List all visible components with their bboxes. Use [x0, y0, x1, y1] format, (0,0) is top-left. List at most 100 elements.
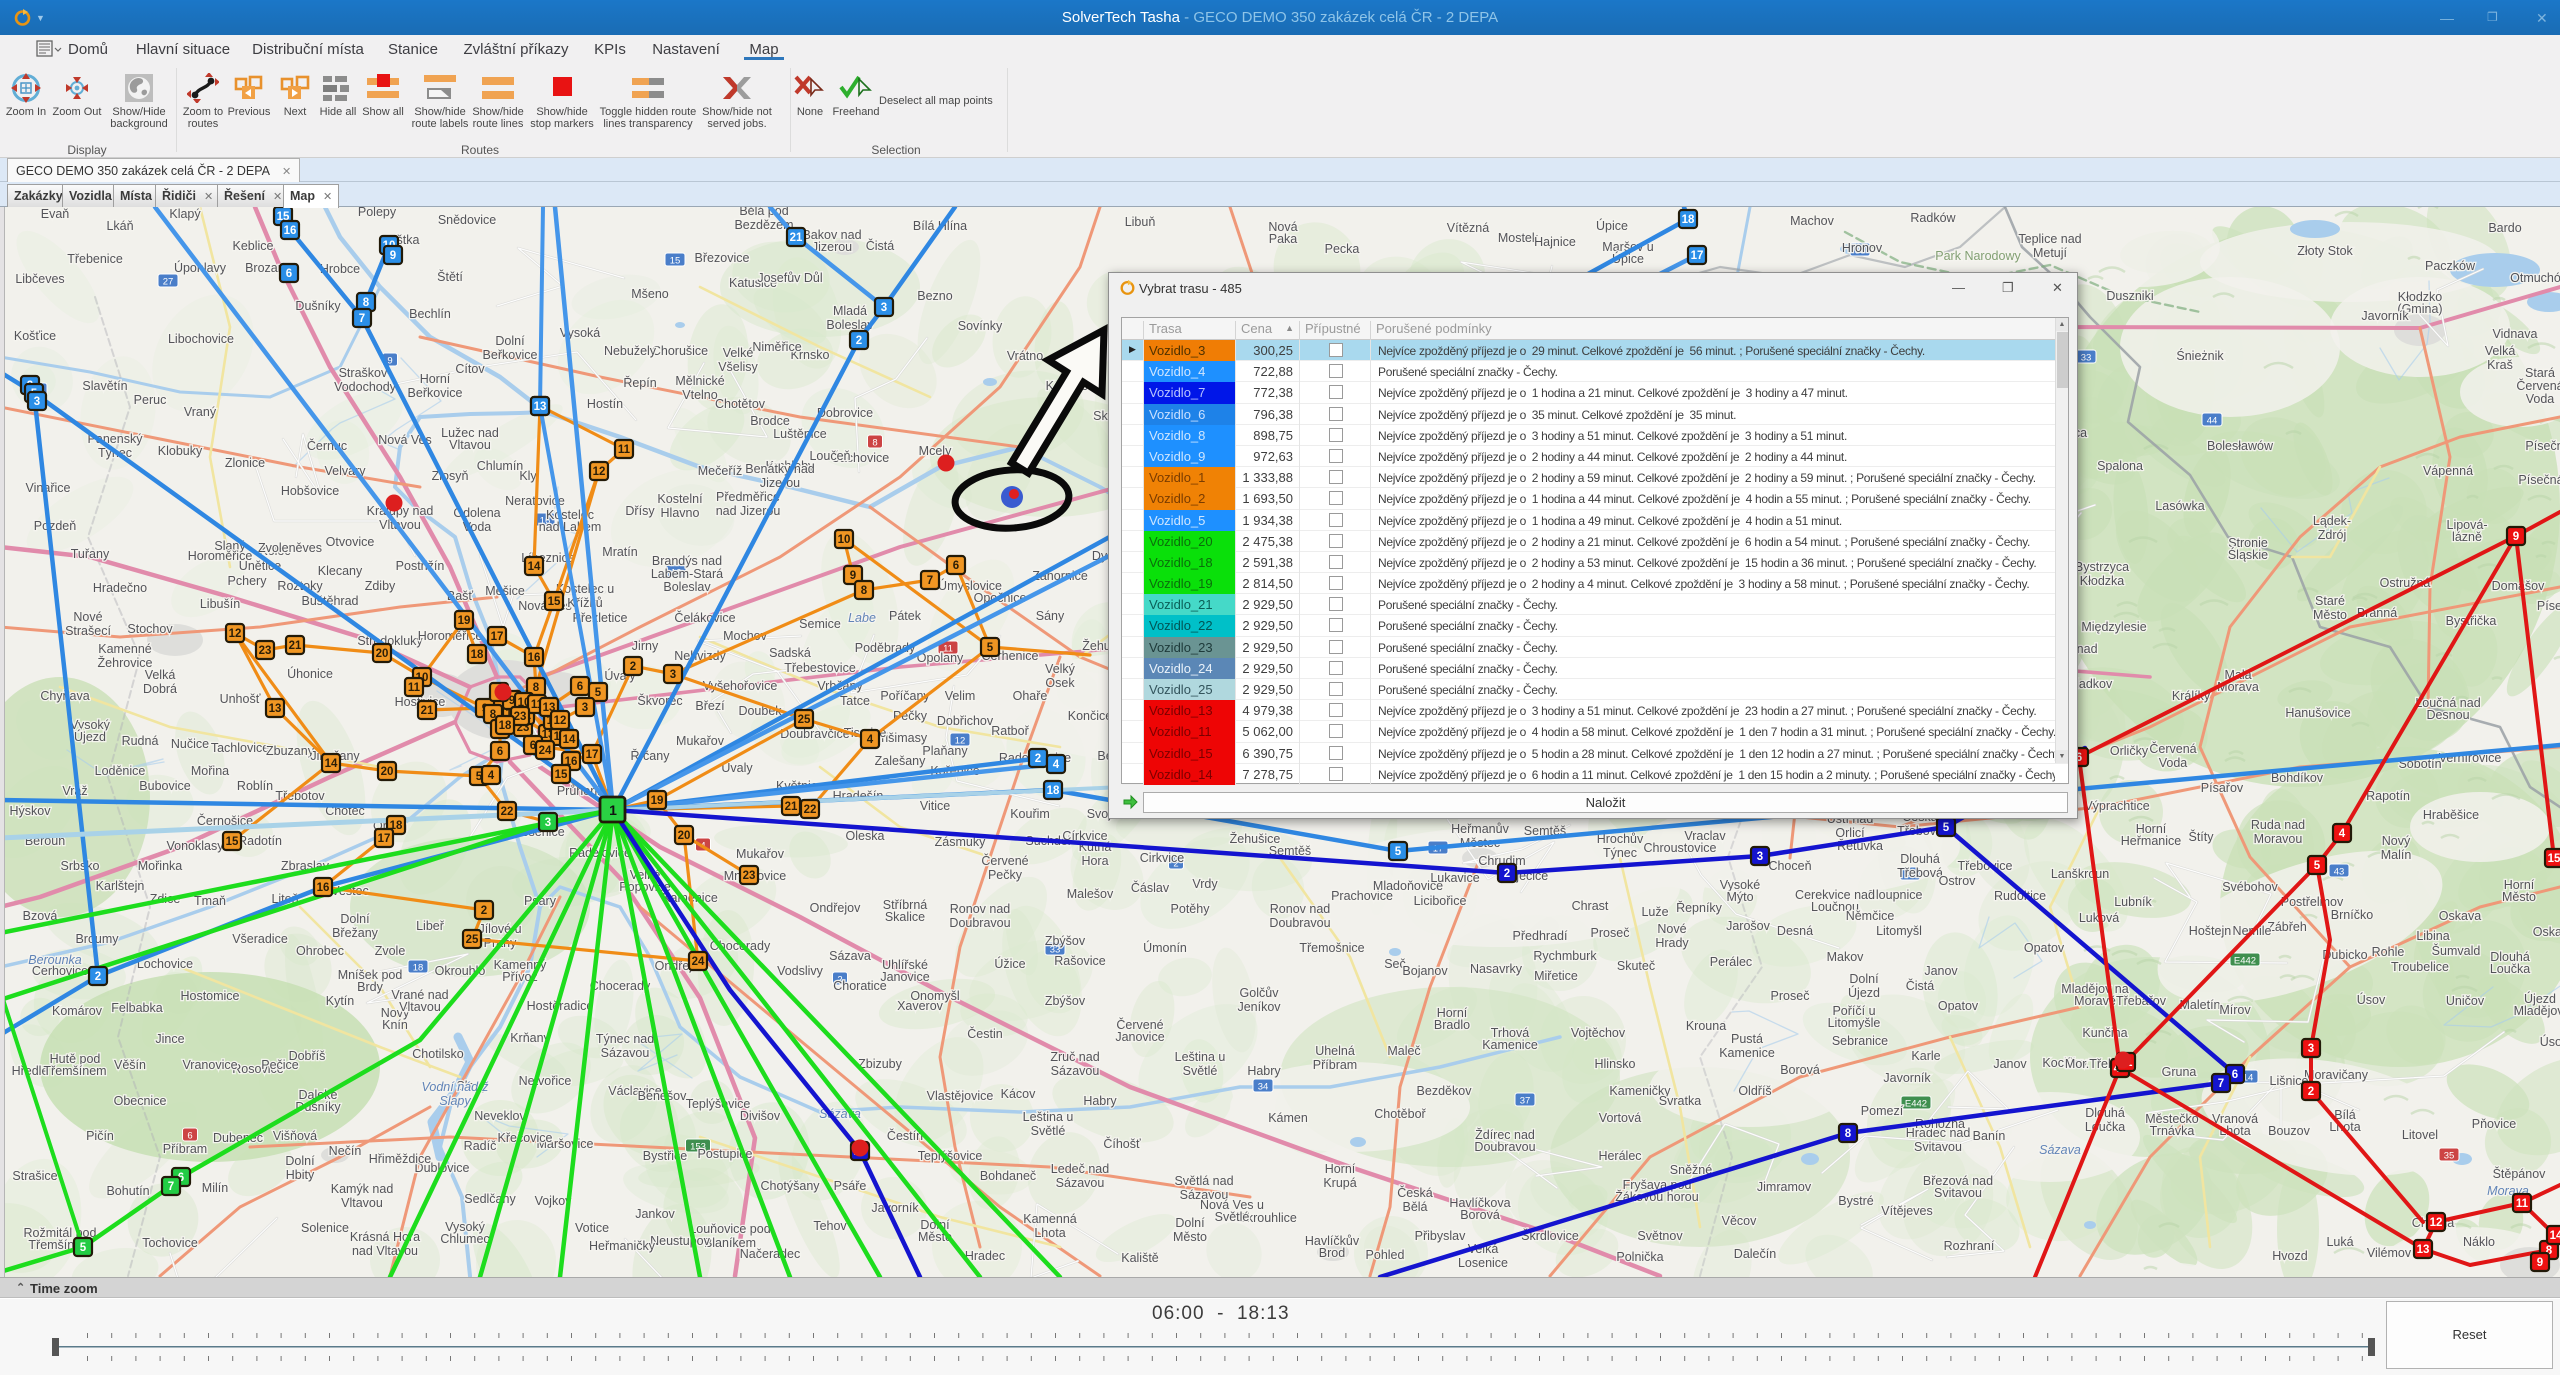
svg-text:Zruč nad: Zruč nad	[1050, 1050, 1099, 1064]
svg-text:Jince: Jince	[155, 1032, 184, 1046]
svg-text:Březí: Březí	[695, 699, 725, 713]
svg-text:Chocerady: Chocerady	[590, 979, 651, 993]
svg-text:Mělnické: Mělnické	[675, 374, 724, 388]
svg-text:Náklo: Náklo	[2463, 1235, 2495, 1249]
svg-text:Semice: Semice	[799, 617, 841, 631]
svg-text:Nučice: Nučice	[171, 737, 209, 751]
svg-text:Úsov: Úsov	[2357, 992, 2386, 1007]
svg-text:Sázava: Sázava	[829, 949, 871, 963]
svg-text:7: 7	[927, 575, 933, 587]
svg-text:Vltavou: Vltavou	[399, 1000, 441, 1014]
svg-text:22: 22	[501, 806, 514, 818]
svg-text:Libuň: Libuň	[1125, 215, 1156, 229]
svg-text:Roblín: Roblín	[237, 779, 273, 793]
svg-text:19: 19	[458, 615, 471, 627]
svg-text:Dolní: Dolní	[495, 334, 525, 348]
svg-text:Peruc: Peruc	[134, 393, 167, 407]
svg-text:Karle: Karle	[1911, 1049, 1940, 1063]
svg-text:Šumvald: Šumvald	[2432, 943, 2481, 958]
svg-text:Hoštejn: Hoštejn	[2189, 924, 2231, 938]
svg-text:Zdiby: Zdiby	[365, 579, 396, 593]
svg-text:Pchery: Pchery	[228, 574, 268, 588]
svg-text:Dolní: Dolní	[1849, 972, 1879, 986]
svg-text:Niměřice: Niměřice	[752, 340, 801, 354]
svg-text:Tuřany: Tuřany	[71, 547, 110, 561]
svg-text:Polepy: Polepy	[358, 207, 397, 219]
svg-text:Postřižín: Postřižín	[396, 559, 445, 573]
svg-text:Bubovice: Bubovice	[139, 779, 190, 793]
svg-text:Příbram: Příbram	[163, 1142, 207, 1156]
svg-text:Bystrzyca: Bystrzyca	[2075, 560, 2129, 574]
svg-text:16: 16	[317, 882, 330, 894]
svg-text:Otmuchów: Otmuchów	[2510, 271, 2560, 285]
svg-text:Paczków: Paczków	[2425, 259, 2476, 273]
svg-text:Slavětín: Slavětín	[82, 379, 127, 393]
svg-text:Radotín: Radotín	[238, 834, 282, 848]
svg-text:44: 44	[2207, 416, 2218, 427]
svg-text:Vítějeves: Vítějeves	[1881, 1204, 1932, 1218]
svg-text:Loučka: Loučka	[2085, 1120, 2125, 1134]
svg-text:Pátek: Pátek	[889, 609, 922, 623]
svg-text:Dolní: Dolní	[340, 912, 370, 926]
svg-text:Postřelmov: Postřelmov	[2281, 895, 2344, 909]
svg-text:Sadská: Sadská	[769, 646, 811, 660]
svg-text:14: 14	[563, 734, 576, 746]
svg-text:Písařov: Písařov	[2201, 781, 2244, 795]
svg-text:nad Vltavou: nad Vltavou	[352, 1244, 418, 1258]
svg-text:Svébohov: Svébohov	[2222, 880, 2278, 894]
svg-text:Leština u: Leština u	[1023, 1110, 1074, 1124]
svg-text:Lhota: Lhota	[1034, 1226, 1065, 1240]
svg-text:Kamýk nad: Kamýk nad	[331, 1182, 394, 1196]
svg-text:Křížků: Křížků	[567, 596, 602, 610]
svg-text:37: 37	[1520, 1096, 1531, 1107]
svg-text:Oskava: Oskava	[2533, 925, 2560, 939]
svg-text:25: 25	[466, 934, 479, 946]
svg-text:3: 3	[34, 396, 40, 408]
svg-text:Úsov: Úsov	[2540, 1034, 2560, 1049]
svg-text:Mšeno: Mšeno	[631, 287, 669, 301]
svg-text:2: 2	[95, 971, 101, 983]
svg-text:7: 7	[2218, 1078, 2224, 1090]
svg-text:Radków: Radków	[1910, 211, 1956, 225]
svg-text:12: 12	[2430, 1217, 2443, 1229]
svg-text:Janov: Janov	[1924, 964, 1958, 978]
svg-text:Věcov: Věcov	[1722, 1214, 1757, 1228]
svg-text:Horoměřice: Horoměřice	[188, 549, 253, 563]
svg-text:Strašecí: Strašecí	[65, 624, 111, 638]
svg-text:Vltavou: Vltavou	[449, 438, 491, 452]
svg-text:Kostelní: Kostelní	[657, 492, 703, 506]
svg-text:Dlouhá: Dlouhá	[1900, 852, 1940, 866]
svg-text:Mírov: Mírov	[2219, 1003, 2251, 1017]
svg-text:Felbabka: Felbabka	[111, 1001, 162, 1015]
svg-text:2: 2	[1504, 868, 1510, 880]
svg-text:3: 3	[582, 702, 588, 714]
svg-text:Týnec nad: Týnec nad	[596, 1032, 654, 1046]
svg-text:Vojtěchov: Vojtěchov	[1571, 1026, 1626, 1040]
svg-text:Bechlín: Bechlín	[409, 307, 451, 321]
svg-text:Netvořice: Netvořice	[519, 1074, 572, 1088]
svg-text:8: 8	[533, 682, 540, 694]
svg-text:Křečovice: Křečovice	[498, 1131, 553, 1145]
svg-text:6: 6	[187, 1131, 192, 1142]
svg-text:Věšín: Věšín	[114, 1058, 146, 1072]
svg-text:Plaňany: Plaňany	[922, 744, 968, 758]
svg-text:Písečná: Písečná	[2525, 439, 2560, 453]
svg-text:Sedlčany: Sedlčany	[464, 1192, 516, 1206]
svg-text:21: 21	[289, 640, 302, 652]
svg-text:Milín: Milín	[202, 1181, 228, 1195]
svg-text:Zlosyň: Zlosyň	[432, 469, 469, 483]
svg-text:Velká: Velká	[145, 668, 176, 682]
svg-text:Sebranice: Sebranice	[1832, 1034, 1888, 1048]
svg-text:Malín: Malín	[2381, 848, 2412, 862]
svg-text:Zvole: Zvole	[375, 944, 406, 958]
svg-text:Losenice: Losenice	[1458, 1256, 1508, 1270]
svg-text:Hobšovice: Hobšovice	[281, 484, 339, 498]
svg-text:11: 11	[2516, 1198, 2529, 1210]
svg-text:Doubravou: Doubravou	[1269, 916, 1330, 930]
svg-text:5: 5	[80, 1242, 87, 1254]
svg-text:Vortová: Vortová	[1599, 1111, 1641, 1125]
svg-text:14: 14	[2550, 1230, 2560, 1242]
svg-text:E442: E442	[1905, 1099, 1927, 1110]
svg-text:24: 24	[539, 745, 552, 757]
svg-text:Libčeves: Libčeves	[15, 272, 64, 286]
